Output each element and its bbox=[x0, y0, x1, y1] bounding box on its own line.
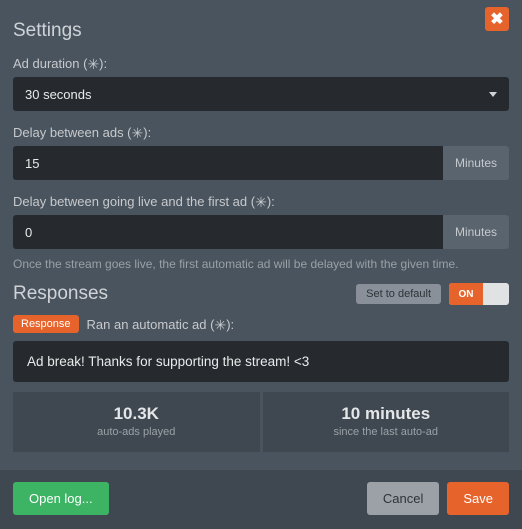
asterisk-icon: ✳ bbox=[132, 126, 144, 140]
delay-between-ads-input[interactable] bbox=[13, 146, 443, 180]
delay-first-ad-unit: Minutes bbox=[443, 215, 509, 249]
delay-between-ads-row: Minutes bbox=[13, 146, 509, 180]
chevron-down-icon bbox=[489, 92, 497, 97]
asterisk-icon: ✳ bbox=[214, 318, 226, 332]
asterisk-icon: ✳ bbox=[87, 57, 99, 71]
toggle-on-label: ON bbox=[449, 283, 483, 305]
toggle-off-blank bbox=[483, 283, 509, 305]
ad-duration-value: 30 seconds bbox=[25, 87, 92, 102]
close-icon: ✖ bbox=[490, 9, 503, 29]
save-button[interactable]: Save bbox=[447, 482, 509, 515]
settings-title: Settings bbox=[13, 20, 509, 42]
responses-header: Responses Set to default ON bbox=[13, 283, 509, 305]
set-to-default-button[interactable]: Set to default bbox=[356, 284, 441, 304]
delay-between-ads-unit: Minutes bbox=[443, 146, 509, 180]
delay-first-ad-helper: Once the stream goes live, the first aut… bbox=[13, 257, 509, 271]
response-badge: Response bbox=[13, 315, 79, 333]
footer-right: Cancel Save bbox=[367, 482, 509, 515]
response-label: Ran an automatic ad (✳): bbox=[87, 317, 235, 332]
delay-first-ad-label: Delay between going live and the first a… bbox=[13, 194, 509, 209]
responses-toggle[interactable]: ON bbox=[449, 283, 509, 305]
responses-controls: Set to default ON bbox=[356, 283, 509, 305]
ad-duration-label: Ad duration (✳): bbox=[13, 56, 509, 71]
stats-row: 10.3K auto-ads played 10 minutes since t… bbox=[13, 392, 509, 452]
stat-label: auto-ads played bbox=[13, 426, 260, 438]
asterisk-icon: ✳ bbox=[255, 195, 267, 209]
settings-panel: ✖ Settings Ad duration (✳): 30 seconds D… bbox=[0, 0, 522, 529]
delay-first-ad-row: Minutes bbox=[13, 215, 509, 249]
delay-first-ad-input[interactable] bbox=[13, 215, 443, 249]
ad-duration-select[interactable]: 30 seconds bbox=[13, 77, 509, 111]
response-message-input[interactable]: Ad break! Thanks for supporting the stre… bbox=[13, 341, 509, 382]
delay-between-ads-label: Delay between ads (✳): bbox=[13, 125, 509, 140]
response-label-row: Response Ran an automatic ad (✳): bbox=[13, 315, 509, 333]
close-button[interactable]: ✖ bbox=[485, 7, 509, 31]
stat-auto-ads-played: 10.3K auto-ads played bbox=[13, 392, 260, 452]
panel-content: Settings Ad duration (✳): 30 seconds Del… bbox=[0, 0, 522, 470]
stat-value: 10 minutes bbox=[263, 404, 510, 424]
footer: Open log... Cancel Save bbox=[0, 470, 522, 529]
stat-since-last-ad: 10 minutes since the last auto-ad bbox=[263, 392, 510, 452]
stat-value: 10.3K bbox=[13, 404, 260, 424]
stat-label: since the last auto-ad bbox=[263, 426, 510, 438]
open-log-button[interactable]: Open log... bbox=[13, 482, 109, 515]
cancel-button[interactable]: Cancel bbox=[367, 482, 439, 515]
responses-title: Responses bbox=[13, 283, 108, 305]
